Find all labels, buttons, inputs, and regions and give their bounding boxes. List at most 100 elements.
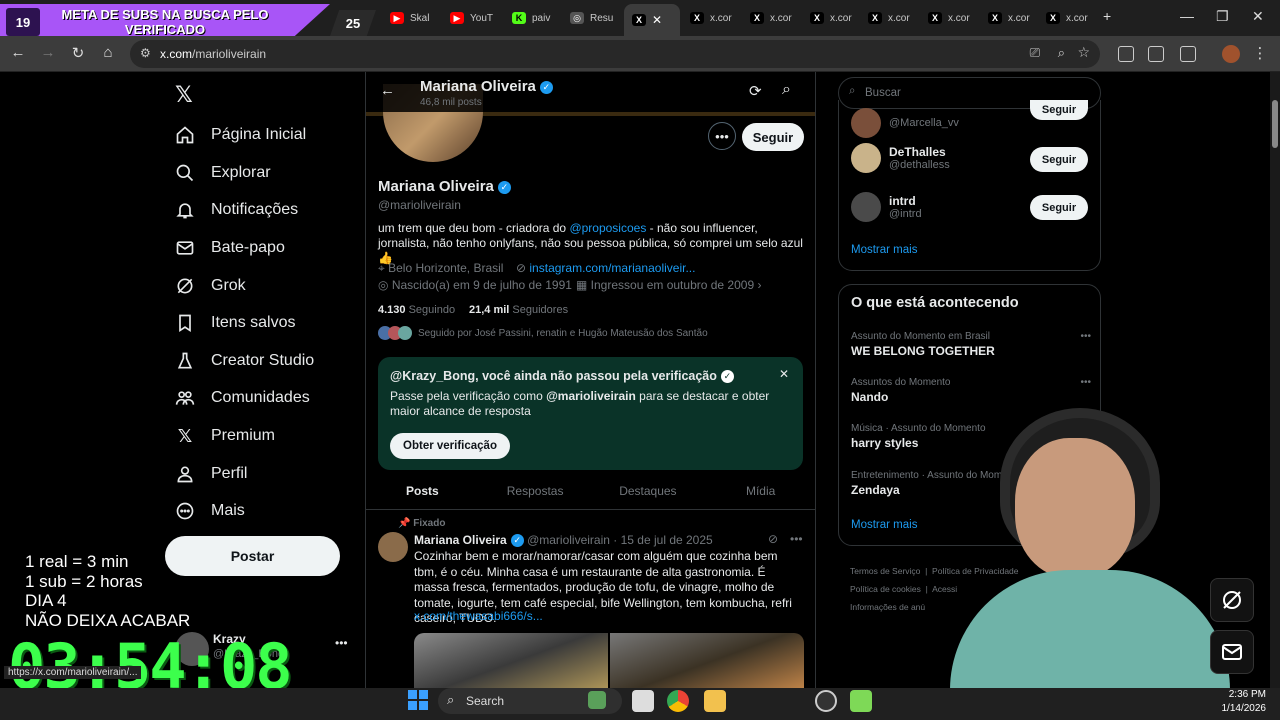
- nav-notifications[interactable]: Notificações: [175, 195, 298, 225]
- file-explorer-icon[interactable]: [704, 690, 726, 712]
- follow-button[interactable]: Seguir: [1030, 195, 1088, 220]
- nav-premium[interactable]: 𝕏 Premium: [175, 421, 275, 451]
- profile-avatar[interactable]: [1222, 45, 1240, 63]
- scrollbar-thumb[interactable]: [1272, 100, 1278, 148]
- back-icon[interactable]: ←: [8, 44, 28, 61]
- back-arrow-icon[interactable]: ←: [380, 82, 395, 99]
- profile-joined[interactable]: ▦ Ingressou em outubro de 2009 ›: [576, 278, 761, 292]
- task-view-icon[interactable]: [632, 690, 654, 712]
- extensions-puzzle-icon[interactable]: [1180, 46, 1196, 62]
- tweet-image[interactable]: [414, 633, 608, 688]
- browser-tab[interactable]: Xx.cor: [750, 7, 802, 29]
- more-dots-icon[interactable]: •••: [1080, 377, 1091, 388]
- install-icon[interactable]: ⎚: [1030, 45, 1040, 61]
- follow-button[interactable]: Seguir: [1030, 147, 1088, 172]
- grok-widget-icon[interactable]: [1210, 578, 1254, 622]
- x-icon: X: [810, 12, 824, 24]
- nav-grok[interactable]: Grok: [175, 271, 246, 301]
- search-icon[interactable]: ⌕: [782, 81, 791, 99]
- zoom-icon[interactable]: ⌕: [1058, 45, 1065, 61]
- follow-button[interactable]: Seguir: [742, 123, 804, 151]
- windows-start-icon[interactable]: [408, 690, 428, 710]
- nav-explore[interactable]: Explorar: [175, 158, 271, 188]
- browser-tab[interactable]: ▶ YouT: [450, 7, 500, 29]
- youtube-icon: ▶: [450, 12, 464, 24]
- nav-home[interactable]: Página Inicial: [175, 120, 306, 150]
- avatar[interactable]: [378, 532, 408, 562]
- verified-badge-icon: ✓: [539, 80, 553, 94]
- profile-column: ← Mariana Oliveira ✓ 46,8 mil posts ⟳ ⌕ •…: [365, 72, 816, 688]
- close-window-icon[interactable]: ✕: [1252, 8, 1264, 25]
- nav-creator-studio[interactable]: Creator Studio: [175, 346, 314, 376]
- verified-badge-icon: ✓: [510, 534, 524, 548]
- browser-tab[interactable]: Kpaiv: [512, 7, 562, 29]
- x-icon: X: [750, 12, 764, 24]
- followed-by[interactable]: Seguido por José Passini, renatin e Hugã…: [378, 326, 708, 340]
- trend-item[interactable]: Assunto do Momento em Brasil WE BELONG TO…: [851, 331, 1091, 358]
- minimize-icon[interactable]: —: [1180, 8, 1194, 24]
- x-premium-icon: 𝕏: [177, 425, 193, 446]
- browser-tab-active[interactable]: X ✕: [624, 4, 680, 36]
- left-sidebar: 𝕏 Página Inicial Explorar Notificações B…: [165, 72, 355, 688]
- browser-tab[interactable]: Xx.cor: [810, 7, 862, 29]
- browser-tab[interactable]: ◎ Resu: [570, 7, 620, 29]
- address-bar[interactable]: ⚙ x.com/marioliveirain ⎚ ⌕ ☆: [130, 40, 1100, 68]
- followers-count[interactable]: 21,4 mil Seguidores: [469, 304, 568, 316]
- nav-more[interactable]: Mais: [175, 496, 245, 526]
- browser-tab[interactable]: Xx.cor: [1046, 7, 1098, 29]
- system-clock[interactable]: 2:36 PM 1/14/2026: [1222, 688, 1267, 716]
- tab-highlights[interactable]: Destaques: [592, 472, 705, 509]
- tweet-image[interactable]: [610, 633, 804, 688]
- browser-tab[interactable]: Xx.cor: [868, 7, 920, 29]
- extension-icon[interactable]: [1148, 46, 1164, 62]
- bio-mention-link[interactable]: @proposicoes: [569, 221, 646, 235]
- menu-dots-icon[interactable]: ⋮: [1250, 44, 1270, 62]
- more-dots-icon[interactable]: •••: [1080, 331, 1091, 342]
- tab-posts[interactable]: Posts: [366, 472, 479, 509]
- get-verified-button[interactable]: Obter verificação: [390, 433, 510, 459]
- following-count[interactable]: 4.130 Seguindo: [378, 304, 455, 316]
- grok-refresh-icon[interactable]: ⟳: [749, 82, 762, 100]
- profile-website[interactable]: ⊘ instagram.com/marianaoliveir...: [516, 261, 695, 275]
- bookmark-star-icon[interactable]: ☆: [1077, 44, 1090, 61]
- pinned-tweet[interactable]: 📌 Fixado Mariana Oliveira ✓ @marioliveira…: [366, 512, 815, 688]
- follow-button[interactable]: Seguir: [1030, 100, 1088, 120]
- home-icon[interactable]: ⌂: [98, 44, 118, 61]
- maximize-icon[interactable]: ❐: [1216, 8, 1229, 25]
- browser-tab[interactable]: Xx.cor: [928, 7, 980, 29]
- tab-replies[interactable]: Respostas: [479, 472, 592, 509]
- more-dots-icon[interactable]: •••: [790, 532, 803, 546]
- post-button[interactable]: Postar: [165, 536, 340, 576]
- follow-suggestion[interactable]: DeThalles @dethalless: [851, 143, 950, 173]
- nav-bookmarks[interactable]: Itens salvos: [175, 308, 295, 338]
- x-logo-icon[interactable]: 𝕏: [175, 82, 193, 108]
- obs-icon[interactable]: [815, 690, 837, 712]
- app-icon[interactable]: [850, 690, 872, 712]
- reload-icon[interactable]: ↻: [68, 44, 88, 62]
- tab-media[interactable]: Mídia: [704, 472, 815, 509]
- browser-tab[interactable]: Xx.cor: [690, 7, 742, 29]
- forward-icon[interactable]: →: [38, 44, 58, 61]
- more-options-button[interactable]: •••: [708, 122, 736, 150]
- browser-tab[interactable]: Xx.cor: [988, 7, 1040, 29]
- site-info-icon[interactable]: ⚙: [140, 46, 151, 60]
- nav-profile[interactable]: Perfil: [175, 459, 247, 489]
- messages-widget-icon[interactable]: [1210, 630, 1254, 674]
- nav-chat[interactable]: Bate-papo: [175, 233, 285, 263]
- show-more-link[interactable]: Mostrar mais: [851, 244, 917, 256]
- profile-name: Mariana Oliveira ✓: [378, 178, 511, 195]
- extension-icon[interactable]: [1118, 46, 1134, 62]
- tweet-link[interactable]: x.com/thewasabi666/s...: [414, 609, 543, 623]
- new-tab-icon[interactable]: +: [1103, 8, 1111, 24]
- browser-tab[interactable]: ▶ Skal: [390, 7, 440, 29]
- follow-suggestion[interactable]: @Marcella_vv: [851, 108, 959, 138]
- nav-communities[interactable]: Comunidades: [175, 383, 310, 413]
- chrome-icon[interactable]: [667, 690, 689, 712]
- close-icon[interactable]: ✕: [779, 367, 789, 381]
- app-icon[interactable]: [588, 691, 606, 709]
- close-tab-icon[interactable]: ✕: [652, 13, 662, 27]
- page-scrollbar[interactable]: [1270, 72, 1280, 688]
- stream-rules-text: 1 real = 3 min 1 sub = 2 horas DIA 4 NÃO…: [25, 552, 191, 630]
- follow-suggestion[interactable]: intrd @intrd: [851, 192, 922, 222]
- grok-icon[interactable]: ⊘: [768, 532, 778, 546]
